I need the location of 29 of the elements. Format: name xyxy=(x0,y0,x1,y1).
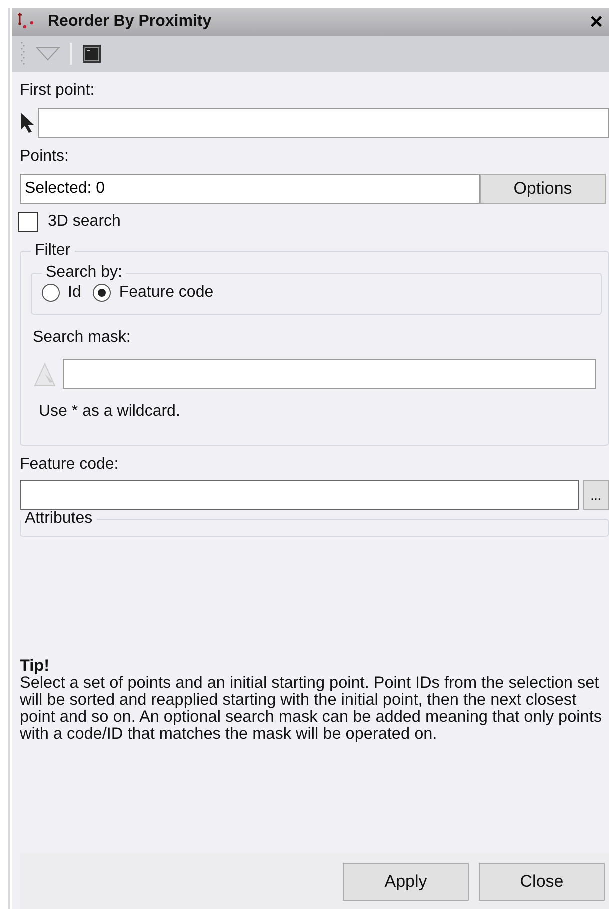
input-field[interactable]: Selected: 0 xyxy=(20,174,480,204)
options-button[interactable]: Options xyxy=(480,174,606,204)
field-label: Search mask: xyxy=(33,329,132,347)
window-title: Reorder By Proximity xyxy=(48,13,213,31)
field-label: First point: xyxy=(20,82,96,100)
field-label: Points: xyxy=(20,148,70,166)
terminal-icon[interactable] xyxy=(82,44,102,64)
checkbox-label: 3D search xyxy=(48,213,121,231)
close-button[interactable]: Close xyxy=(479,863,605,901)
group-title: Filter xyxy=(34,242,72,260)
grip-icon[interactable] xyxy=(20,41,26,67)
browse-button[interactable]: ... xyxy=(583,480,609,510)
hint-text: Use * as a wildcard. xyxy=(39,403,182,421)
tip-title: Tip! xyxy=(20,658,51,675)
checkbox[interactable] xyxy=(18,212,38,232)
input-field[interactable] xyxy=(38,108,609,138)
close-button[interactable]: × xyxy=(590,11,603,33)
group-title: Search by: xyxy=(45,264,124,282)
input-field[interactable] xyxy=(63,359,596,389)
radio-button[interactable] xyxy=(42,284,60,302)
tip-text: Select a set of points and an initial starting point. Point IDs from the selection set will be sorted and reapplied starting with the initial point, then the next closest point and so on. An optional search mask can be added meaning that only points with a code/ID that matches the mask will be operated on. xyxy=(20,675,603,743)
radio-label: Id xyxy=(68,284,82,302)
radio-label: Feature code xyxy=(119,284,214,302)
radio-button[interactable] xyxy=(93,284,112,302)
group-title: Attributes xyxy=(24,510,94,528)
apply-button[interactable]: Apply xyxy=(343,863,469,901)
input-field[interactable] xyxy=(20,480,579,510)
cursor-icon[interactable] xyxy=(20,112,34,134)
field-label: Feature code: xyxy=(20,456,120,474)
